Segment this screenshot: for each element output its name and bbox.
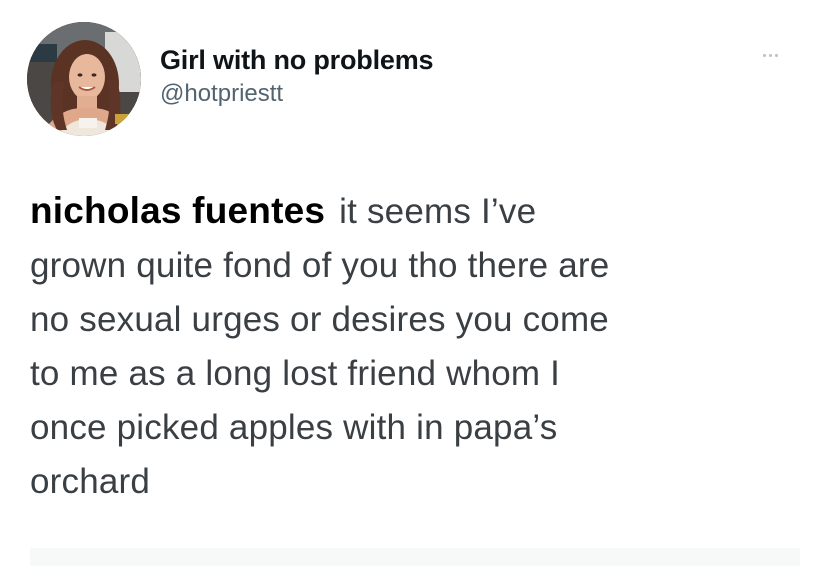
avatar[interactable] xyxy=(27,22,141,136)
profile-photo-icon xyxy=(27,22,141,136)
tweet-line: orchard xyxy=(30,462,151,501)
more-options-icon xyxy=(768,53,772,57)
user-handle[interactable]: @hotpriestt xyxy=(160,79,433,109)
tweet-line: grown quite fond of you tho there are xyxy=(30,246,610,285)
tweet-line: nicholas fuentes it seems I’ve xyxy=(30,184,800,239)
more-options-icon xyxy=(774,53,778,57)
more-options-icon xyxy=(762,53,766,57)
tweet-line: once picked apples with in papa’s xyxy=(30,408,558,447)
image-edge xyxy=(30,548,800,566)
tweet-author: Girl with no problems @hotpriestt xyxy=(160,44,434,109)
display-name[interactable]: Girl with no problems xyxy=(160,44,434,76)
tweet-text: nicholas fuentes it seems I’ve grown quit… xyxy=(30,184,800,509)
tweet-line-text: it seems I’ve xyxy=(339,192,537,231)
tweet-card: Girl with no problems @hotpriestt nichol… xyxy=(0,0,828,566)
more-options-button[interactable] xyxy=(752,44,788,66)
tweet-line: no sexual urges or desires you come xyxy=(30,300,609,339)
mention-tag[interactable]: nicholas fuentes xyxy=(30,190,325,231)
tweet-line: to me as a long lost friend whom I xyxy=(30,354,561,393)
